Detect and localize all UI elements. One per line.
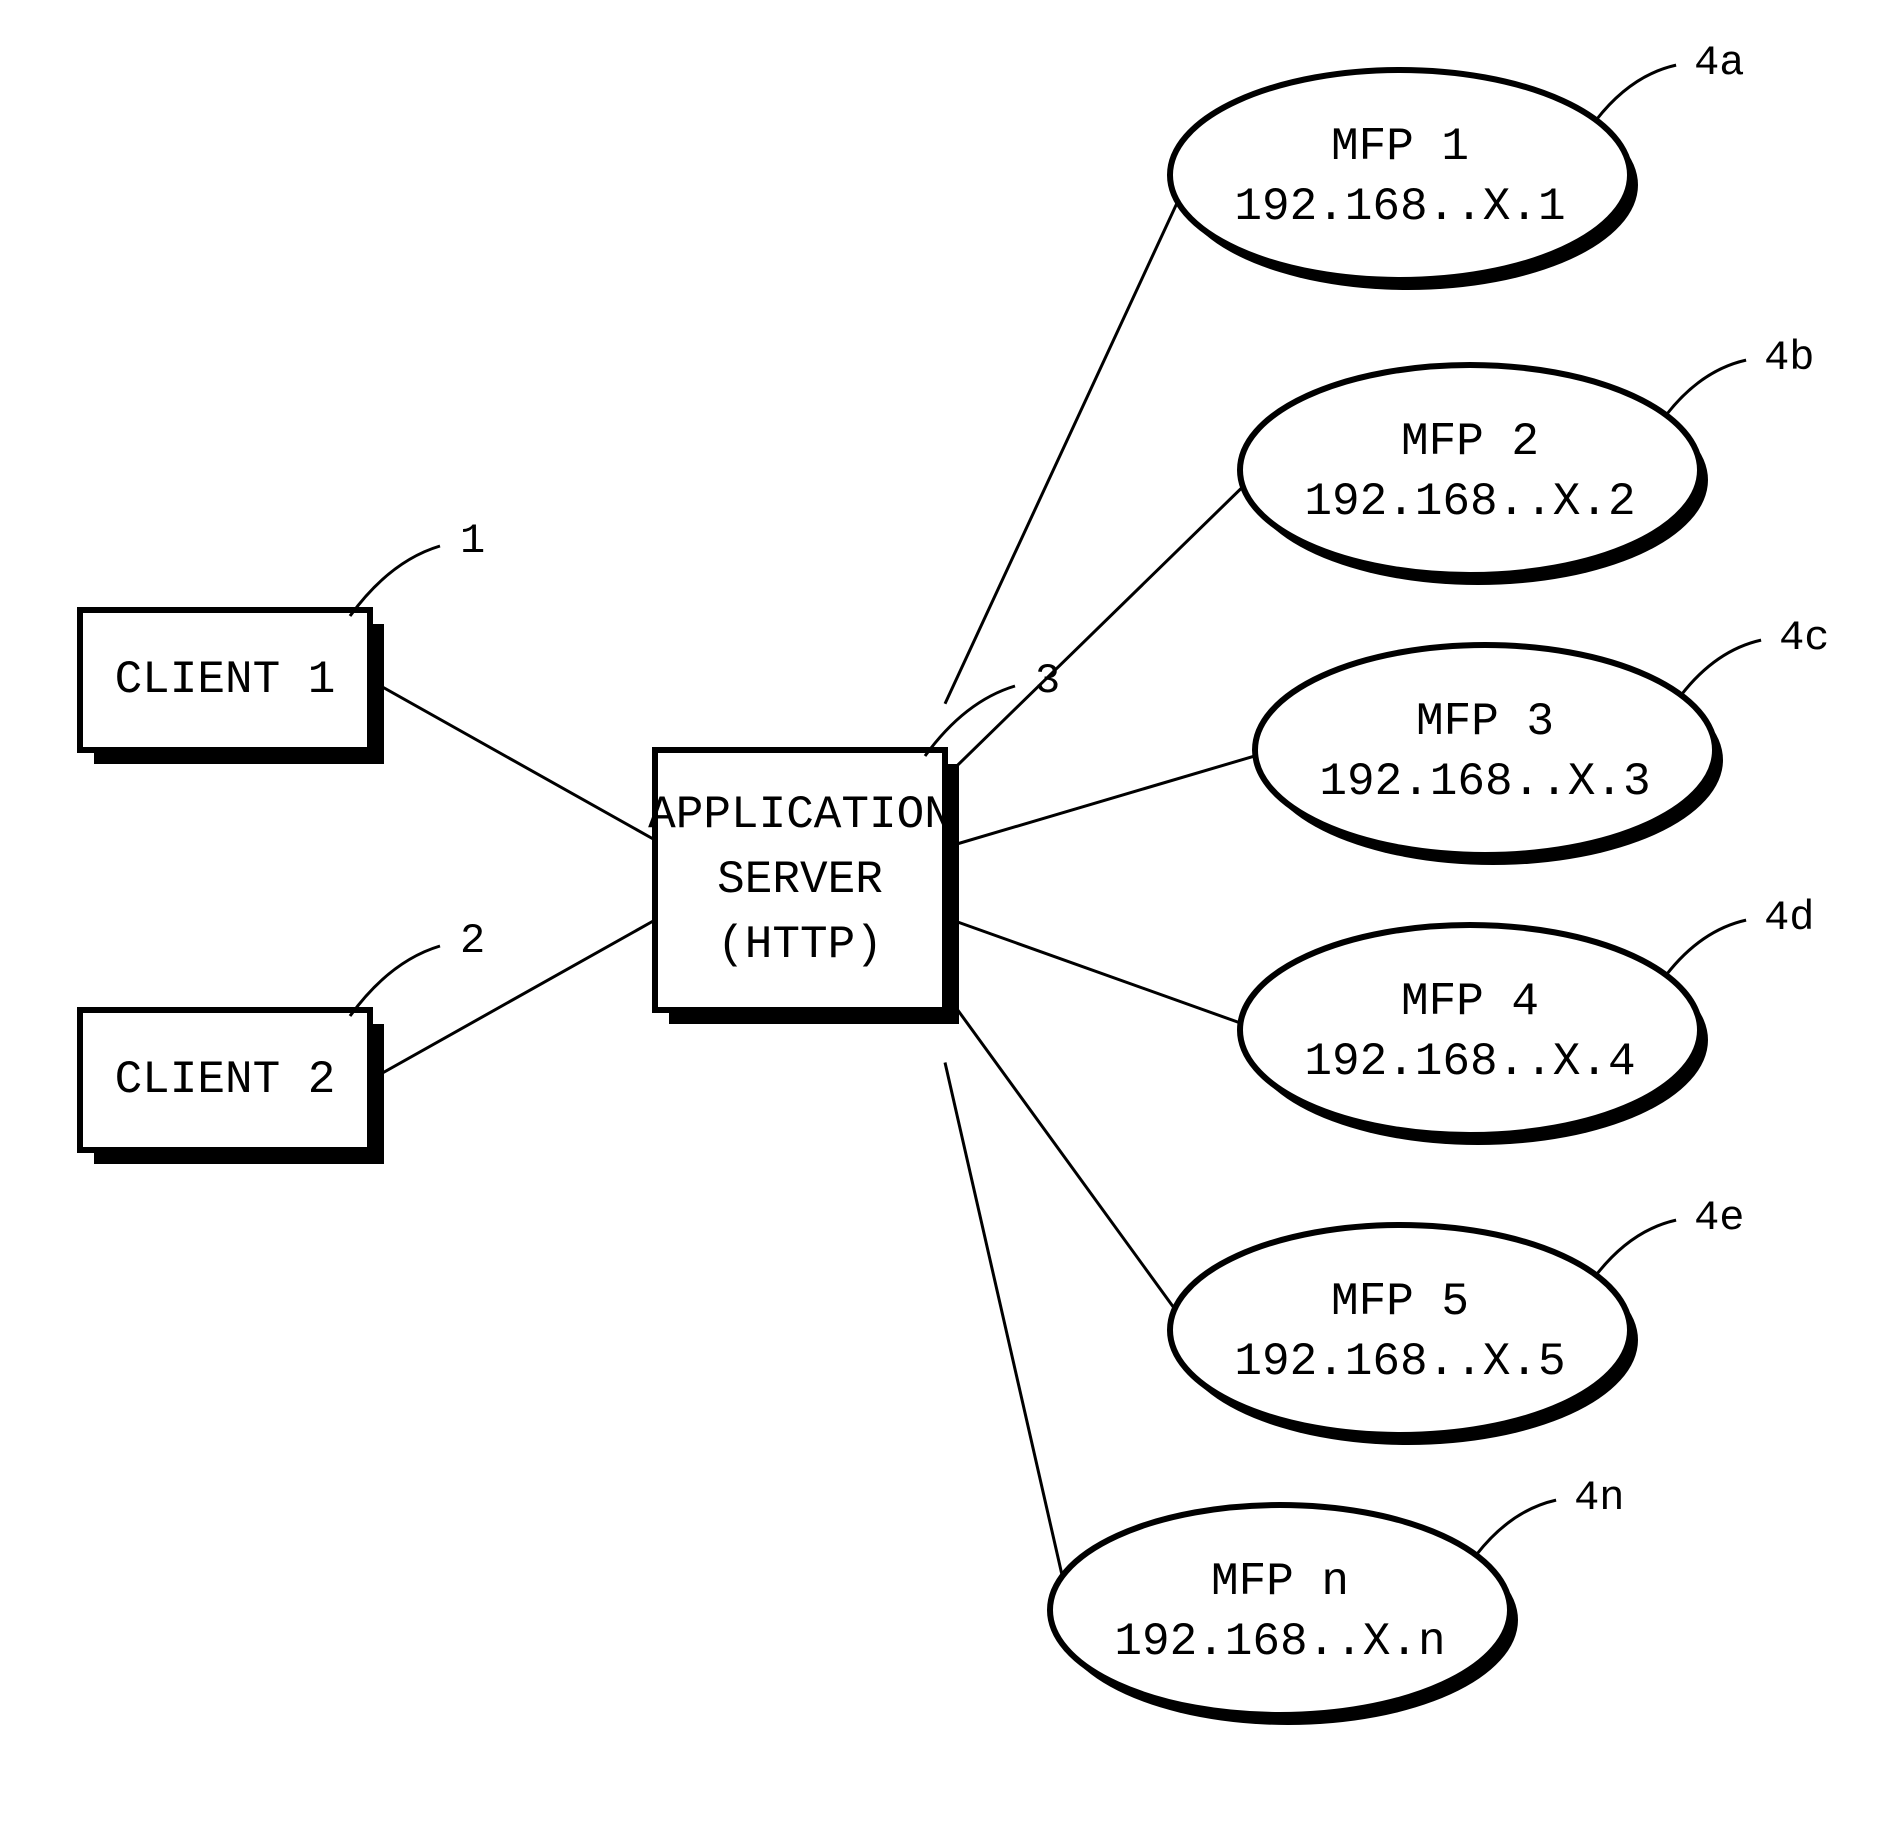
mfp3-name: MFP 3 — [1416, 696, 1554, 748]
network-topology-diagram: CLIENT 1 1 CLIENT 2 2 APPLICATION SERVER (HTTP… — [0, 0, 1884, 1817]
app-server-label-line1: APPLICATION — [648, 789, 952, 841]
client2-label: CLIENT 2 — [115, 1054, 336, 1106]
mfp4-name: MFP 4 — [1401, 976, 1539, 1028]
mfp4-ref: 4d — [1764, 894, 1814, 942]
mfp3-ref: 4c — [1779, 614, 1829, 662]
mfpn-ref: 4n — [1574, 1474, 1624, 1522]
app-server-label-line3: (HTTP) — [717, 919, 883, 971]
mfp3-ip: 192.168..X.3 — [1319, 756, 1650, 808]
mfp2-node — [1240, 365, 1700, 575]
mfp5-ip: 192.168..X.5 — [1234, 1336, 1565, 1388]
mfpn-node — [1050, 1505, 1510, 1715]
mfp2-ref: 4b — [1764, 334, 1814, 382]
app-server-label-line2: SERVER — [717, 854, 883, 906]
mfp4-ip: 192.168..X.4 — [1304, 1036, 1635, 1088]
node-shapes — [80, 70, 1723, 1725]
mfpn-name: MFP n — [1211, 1556, 1349, 1608]
mfp1-name: MFP 1 — [1331, 121, 1469, 173]
mfpn-ip: 192.168..X.n — [1114, 1616, 1445, 1668]
client2-ref: 2 — [460, 917, 485, 965]
mfp1-ip: 192.168..X.1 — [1234, 181, 1565, 233]
mfp1-ref: 4a — [1694, 39, 1744, 87]
mfp4-node — [1240, 925, 1700, 1135]
mfp5-node — [1170, 1225, 1630, 1435]
app-server-ref: 3 — [1035, 657, 1060, 705]
mfp3-node — [1255, 645, 1715, 855]
mfp2-name: MFP 2 — [1401, 416, 1539, 468]
mfp5-name: MFP 5 — [1331, 1276, 1469, 1328]
client1-ref: 1 — [460, 517, 485, 565]
mfp5-ref: 4e — [1694, 1194, 1744, 1242]
mfp1-node — [1170, 70, 1630, 280]
client1-label: CLIENT 1 — [115, 654, 336, 706]
mfp2-ip: 192.168..X.2 — [1304, 476, 1635, 528]
